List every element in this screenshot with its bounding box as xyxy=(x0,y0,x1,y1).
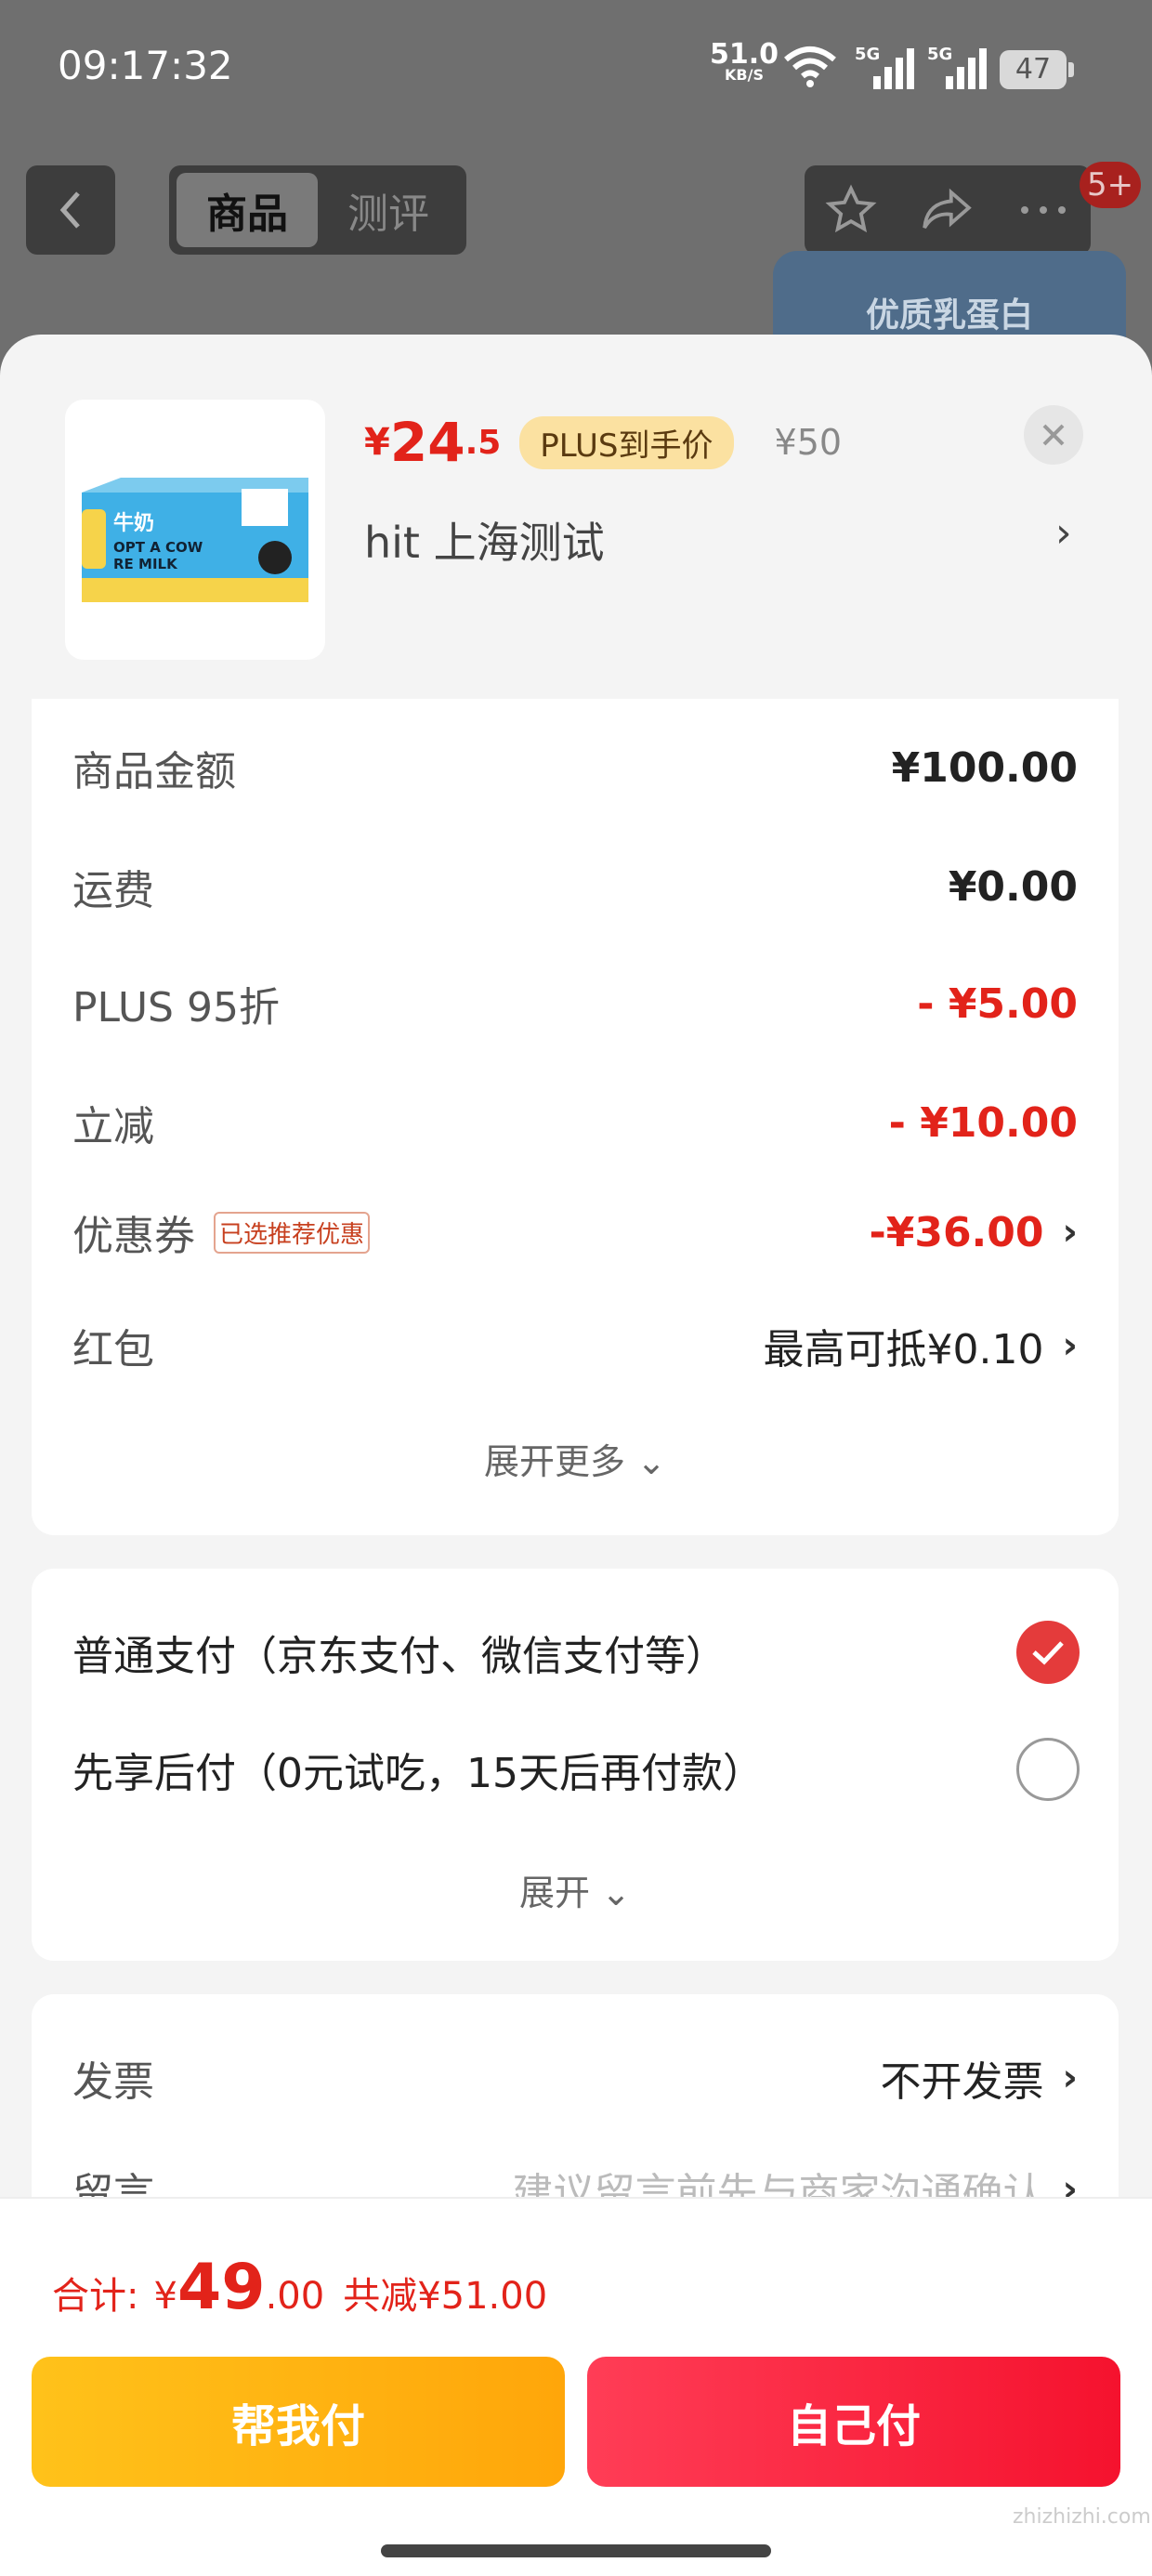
payment-option-label: 普通支付（京东支付、微信支付等） xyxy=(72,1633,727,1680)
status-time: 09:17:32 xyxy=(58,43,233,88)
summary-value: ¥0.00 xyxy=(948,862,1078,911)
chevron-right-icon[interactable]: › xyxy=(1055,509,1072,557)
chevron-right-icon: › xyxy=(1062,2057,1078,2099)
signal-icon: 5G xyxy=(855,45,914,89)
expand-more-label: 展开更多 xyxy=(484,1441,626,1482)
plus-price-tag: PLUS到手价 xyxy=(519,415,734,469)
chevron-down-icon: ⌄ xyxy=(601,1873,631,1913)
payment-option[interactable]: 先享后付（0元试吃，15天后再付款） xyxy=(72,1732,1078,1807)
payment-option[interactable]: 普通支付（京东支付、微信支付等） xyxy=(72,1615,1078,1689)
total-integer: 49 xyxy=(177,2251,266,2324)
payment-option-label: 先享后付（0元试吃，15天后再付款） xyxy=(72,1750,764,1797)
battery-icon: 47 xyxy=(1000,50,1074,89)
invoice-value: 不开发票 xyxy=(880,2058,1044,2106)
coupon-row[interactable]: 优惠券 已选推荐优惠 -¥36.00 › xyxy=(72,1195,1078,1269)
expand-button[interactable]: 展开 ⌄ xyxy=(32,1864,1119,1915)
watermark: zhizhizhi.com xyxy=(1013,2505,1151,2529)
back-button[interactable] xyxy=(26,165,115,255)
coupon-label: 优惠券 xyxy=(72,1213,195,1260)
chevron-down-icon: ⌄ xyxy=(636,1441,666,1482)
price-currency: ¥ xyxy=(364,421,390,464)
summary-label: 立减 xyxy=(72,1103,154,1150)
close-icon xyxy=(1042,424,1065,446)
header-actions xyxy=(805,165,1091,255)
summary-value: ¥100.00 xyxy=(891,743,1078,792)
invoice-row[interactable]: 发票 不开发票 › xyxy=(72,2041,1078,2115)
product-price: ¥ 24 .5 PLUS到手价 ¥50 xyxy=(364,409,842,476)
summary-row: 运费 ¥0.00 xyxy=(72,849,1078,924)
star-icon[interactable] xyxy=(824,183,878,237)
product-image-text: OPT A COW xyxy=(113,539,203,556)
total-currency: ¥ xyxy=(153,2275,177,2318)
expand-label: 展开 xyxy=(519,1873,591,1913)
payment-radio-unchecked[interactable] xyxy=(1016,1738,1080,1801)
more-icon[interactable] xyxy=(1015,201,1071,219)
expand-more-button[interactable]: 展开更多 ⌄ xyxy=(32,1433,1119,1484)
summary-row: 商品金额 ¥100.00 xyxy=(72,730,1078,805)
tab-review[interactable]: 测评 xyxy=(318,173,459,247)
status-bar: 09:17:32 51.0 KB/S 5G 5G 47 xyxy=(0,0,1152,139)
product-thumbnail: 牛奶 OPT A COW RE MILK xyxy=(65,400,325,660)
invoice-label: 发票 xyxy=(72,2058,154,2106)
total-saved: 共减¥51.00 xyxy=(343,2275,548,2318)
checkout-footer: 合计: ¥ 49 .00 共减¥51.00 帮我付 自己付 zhizhizhi.… xyxy=(0,2197,1152,2576)
red-packet-row[interactable]: 红包 最高可抵¥0.10 › xyxy=(72,1308,1078,1383)
network-speed: 51.0 KB/S xyxy=(710,41,779,84)
chevron-left-icon xyxy=(59,191,80,229)
check-icon xyxy=(1032,1641,1064,1665)
recommended-tag: 已选推荐优惠 xyxy=(214,1211,371,1254)
message-badge: 5+ xyxy=(1080,162,1142,208)
chevron-right-icon: › xyxy=(1062,1324,1078,1367)
order-total: 合计: ¥ 49 .00 共减¥51.00 xyxy=(52,2251,547,2325)
red-packet-label: 红包 xyxy=(72,1326,154,1373)
summary-label: 运费 xyxy=(72,867,154,914)
coupon-value: -¥36.00 xyxy=(869,1208,1044,1256)
price-breakdown-card: 商品金额 ¥100.00 运费 ¥0.00 PLUS 95折 - ¥5.00 立… xyxy=(32,699,1119,1535)
price-decimal: .5 xyxy=(465,423,502,462)
payment-radio-checked[interactable] xyxy=(1016,1621,1080,1684)
summary-row: PLUS 95折 - ¥5.00 xyxy=(72,966,1078,1041)
signal-icon: 5G xyxy=(927,45,987,89)
product-image-text: RE MILK xyxy=(113,556,178,572)
pay-myself-button[interactable]: 自己付 xyxy=(587,2357,1120,2487)
wifi-icon xyxy=(784,46,836,87)
help-me-pay-button[interactable]: 帮我付 xyxy=(32,2357,565,2487)
page-tabs: 商品 测评 xyxy=(169,165,466,255)
home-indicator[interactable] xyxy=(381,2544,771,2557)
summary-row: 立减 - ¥10.00 xyxy=(72,1085,1078,1160)
summary-label: 商品金额 xyxy=(72,748,236,795)
product-image-text: 牛奶 xyxy=(113,511,154,535)
summary-value: - ¥5.00 xyxy=(917,979,1078,1028)
total-decimal: .00 xyxy=(265,2275,325,2318)
original-price: ¥50 xyxy=(774,422,843,463)
price-integer: 24 xyxy=(389,411,465,474)
delivery-address[interactable]: hit 上海测试 xyxy=(364,509,605,571)
close-button[interactable] xyxy=(1024,405,1083,465)
payment-method-card: 普通支付（京东支付、微信支付等） 先享后付（0元试吃，15天后再付款） 展开 ⌄ xyxy=(32,1569,1119,1961)
chevron-right-icon: › xyxy=(1062,1211,1078,1254)
share-icon[interactable] xyxy=(918,183,975,237)
product-image: 牛奶 OPT A COW RE MILK xyxy=(82,478,308,602)
summary-value: - ¥10.00 xyxy=(888,1098,1078,1147)
tab-product[interactable]: 商品 xyxy=(177,173,318,247)
summary-label: PLUS 95折 xyxy=(72,984,280,1032)
total-label: 合计: xyxy=(52,2275,139,2318)
red-packet-value: 最高可抵¥0.10 xyxy=(763,1326,1044,1373)
